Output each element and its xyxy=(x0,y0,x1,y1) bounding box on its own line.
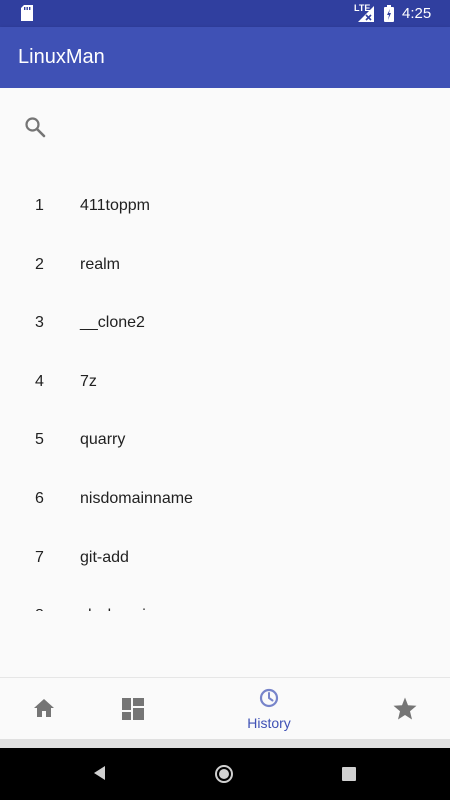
item-name: realm xyxy=(80,255,121,273)
app-bar: LinuxMan xyxy=(0,27,450,88)
sd-card-icon xyxy=(21,5,33,21)
item-number: 7 xyxy=(35,548,44,566)
item-number: 5 xyxy=(35,431,44,449)
search-input[interactable] xyxy=(60,108,430,144)
back-icon[interactable] xyxy=(92,765,107,781)
list-item[interactable]: 6 nisdomainname xyxy=(0,470,450,529)
search-bar xyxy=(0,88,450,166)
home-icon xyxy=(34,699,54,717)
recents-icon[interactable] xyxy=(342,767,356,781)
list-item[interactable]: 7 git-add xyxy=(0,529,450,588)
system-navigation-bar xyxy=(0,748,450,800)
list-item[interactable]: 5 quarry xyxy=(0,411,450,470)
item-name: __clone2 xyxy=(80,314,145,332)
item-name: git-add xyxy=(80,548,129,566)
item-number: 8 xyxy=(35,607,44,611)
history-list: 1 411toppm 2 realm 3 __clone2 4 7z 5 qua… xyxy=(0,177,450,611)
item-name: 7z xyxy=(80,372,97,390)
main-content: 1 411toppm 2 realm 3 __clone2 4 7z 5 qua… xyxy=(0,88,450,677)
item-number: 6 xyxy=(35,489,44,507)
signal-icon xyxy=(358,6,374,22)
item-name: quarry xyxy=(80,431,126,449)
item-name: chrdomain xyxy=(80,607,155,611)
list-item[interactable]: 2 realm xyxy=(0,236,450,295)
bottom-navigation: History xyxy=(0,677,450,739)
list-item[interactable]: 1 411toppm xyxy=(0,177,450,236)
home-circle-icon[interactable] xyxy=(214,764,234,784)
item-number: 2 xyxy=(35,255,44,273)
star-icon xyxy=(393,697,417,720)
item-number: 3 xyxy=(35,314,44,332)
nav-favorites[interactable] xyxy=(375,678,435,740)
battery-icon xyxy=(384,5,394,22)
divider xyxy=(0,739,450,748)
nav-home[interactable] xyxy=(14,678,74,740)
status-bar: LTE 4:25 xyxy=(0,0,450,27)
history-icon xyxy=(259,688,279,708)
list-item[interactable]: 3 __clone2 xyxy=(0,294,450,353)
clock: 4:25 xyxy=(402,5,432,22)
nav-history[interactable]: History xyxy=(229,678,309,740)
search-icon[interactable] xyxy=(24,116,46,138)
item-name: 411toppm xyxy=(80,197,150,214)
nav-dashboard[interactable] xyxy=(103,678,163,740)
item-number: 1 xyxy=(35,197,44,214)
dashboard-icon xyxy=(122,698,144,720)
list-item[interactable]: 8 chrdomain xyxy=(0,587,450,611)
nav-history-label: History xyxy=(247,715,291,731)
item-number: 4 xyxy=(35,372,44,390)
item-name: nisdomainname xyxy=(80,489,193,507)
app-title: LinuxMan xyxy=(18,46,105,68)
list-item[interactable]: 4 7z xyxy=(0,353,450,412)
